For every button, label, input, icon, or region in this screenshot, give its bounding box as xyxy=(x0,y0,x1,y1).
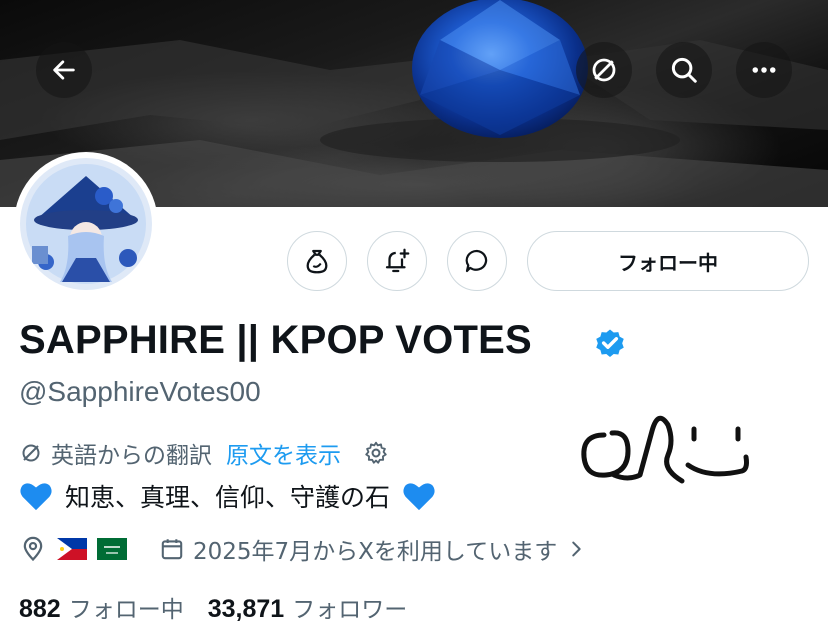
bell-plus-icon xyxy=(385,248,410,273)
handle: @SapphireVotes00 xyxy=(19,376,261,407)
search-icon xyxy=(671,57,697,83)
following-count: 882 xyxy=(19,595,61,623)
gear-icon[interactable] xyxy=(363,440,389,466)
message-button[interactable] xyxy=(447,231,507,291)
joined-date[interactable]: 2025年7月からXを利用しています xyxy=(193,532,557,566)
translate-icon xyxy=(22,444,40,462)
tip-button[interactable] xyxy=(287,231,347,291)
following-stat[interactable]: 882 フォロー中 xyxy=(19,590,184,624)
show-original-link[interactable]: 原文を表示 xyxy=(226,436,341,470)
more-icon xyxy=(752,67,776,73)
philippines-flag-icon xyxy=(57,538,87,560)
followers-count: 33,871 xyxy=(207,595,285,623)
followers-stat[interactable]: 33,871 フォロワー xyxy=(208,590,407,624)
saudi-arabia-flag-icon xyxy=(97,538,127,560)
scribble-drawing xyxy=(581,415,749,484)
blue-heart-icon xyxy=(403,483,435,511)
grok-button[interactable] xyxy=(576,42,632,98)
followers-label: フォロワー xyxy=(292,597,408,623)
more-button[interactable] xyxy=(736,42,792,98)
following-button[interactable]: フォロー中 xyxy=(527,231,809,291)
search-button[interactable] xyxy=(656,42,712,98)
avatar-image xyxy=(20,158,152,290)
back-arrow-icon xyxy=(53,60,75,80)
avatar[interactable] xyxy=(14,152,158,296)
grok-icon xyxy=(592,58,616,82)
chat-bubble-icon xyxy=(465,249,488,273)
chevron-right-icon[interactable] xyxy=(565,538,587,560)
back-button[interactable] xyxy=(36,42,92,98)
profile-meta-row: 2025年7月からXを利用しています xyxy=(19,532,587,566)
calendar-icon xyxy=(161,539,183,560)
bio: 知恵、真理、信仰、守護の石 xyxy=(19,477,436,515)
verified-badge-icon[interactable] xyxy=(593,326,627,360)
notify-button[interactable] xyxy=(367,231,427,291)
bio-text: 知恵、真理、信仰、守護の石 xyxy=(65,483,391,512)
translate-label: 英語からの翻訳 xyxy=(51,443,212,469)
display-name: SAPPHIRE || KPOP VOTES xyxy=(19,318,532,362)
follow-stats: 882 フォロー中 33,871 フォロワー xyxy=(19,590,407,624)
blue-heart-icon xyxy=(20,483,52,511)
location-pin-icon xyxy=(23,536,43,562)
following-label: フォロー中 xyxy=(68,597,184,623)
moneybag-icon xyxy=(306,249,328,274)
translation-row: 英語からの翻訳 原文を表示 xyxy=(19,436,389,470)
